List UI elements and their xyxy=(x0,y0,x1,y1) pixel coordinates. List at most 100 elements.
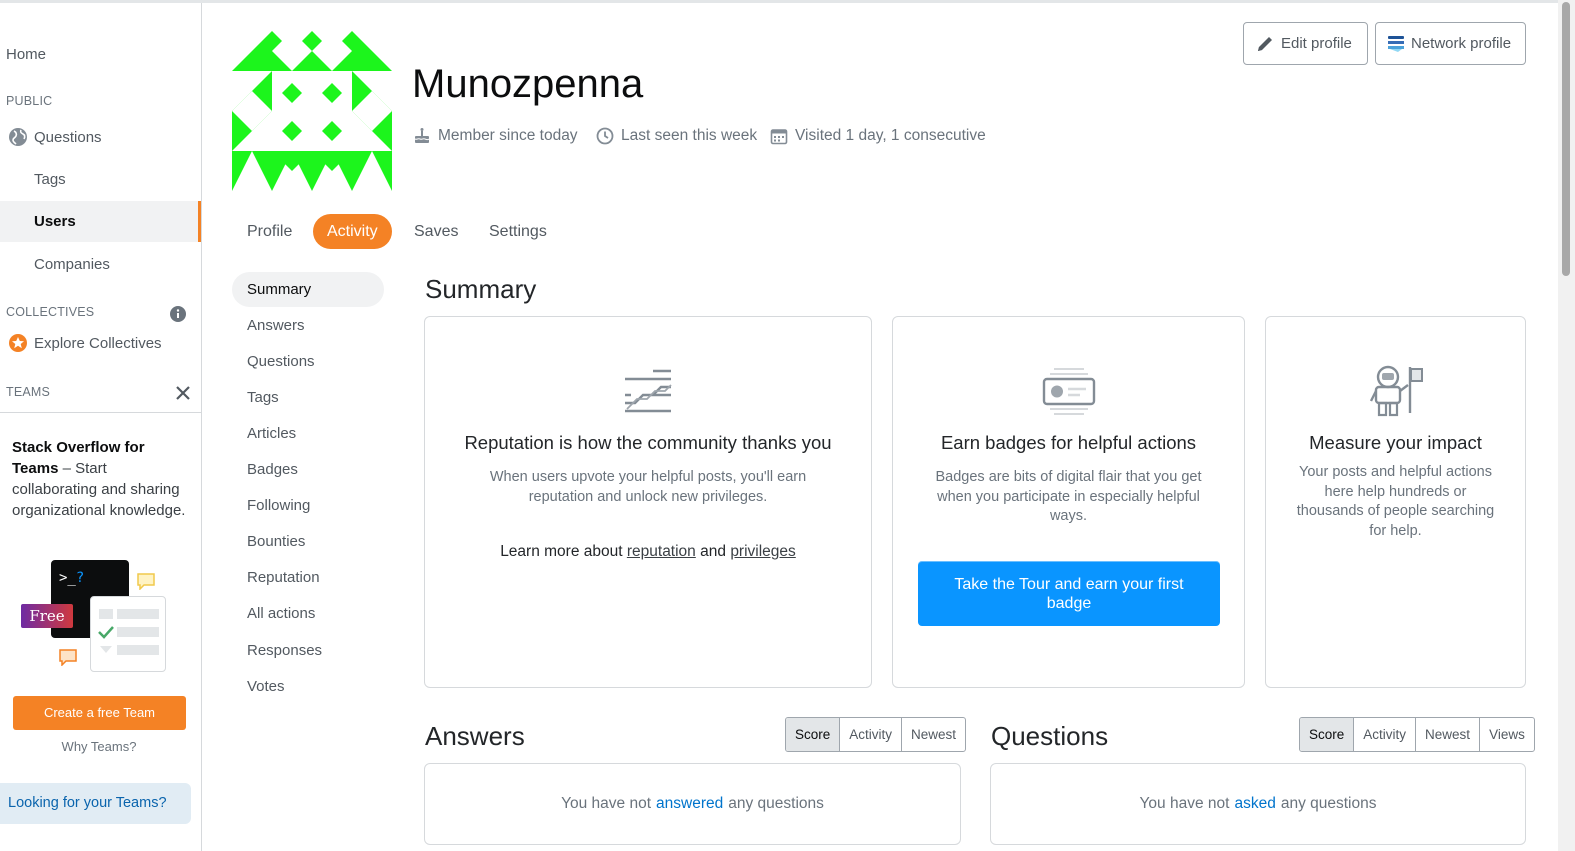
top-border xyxy=(0,0,1558,3)
questions-sort-activity[interactable]: Activity xyxy=(1353,718,1415,751)
badges-card-title: Earn badges for helpful actions xyxy=(940,432,1197,453)
stack-exchange-icon xyxy=(1388,35,1404,52)
reputation-learn-more: Learn more about reputation and privileg… xyxy=(425,543,871,561)
questions-heading: Questions xyxy=(991,721,1109,751)
info-icon[interactable] xyxy=(170,306,186,322)
network-profile-button[interactable]: Network profile xyxy=(1375,22,1526,65)
tab-saves[interactable]: Saves xyxy=(400,214,472,249)
last-seen-text: Last seen this week xyxy=(621,127,758,144)
subnav-articles[interactable]: Articles xyxy=(232,416,384,451)
answers-heading: Answers xyxy=(425,721,525,751)
impact-card: Measure your impact Your posts and helpf… xyxy=(1265,316,1526,688)
teams-illustration: >_? Free xyxy=(20,558,170,678)
nav-explore-collectives[interactable]: Explore Collectives xyxy=(0,330,201,356)
nav-tags-label: Tags xyxy=(34,170,66,188)
subnav-summary[interactable]: Summary xyxy=(232,272,384,307)
nav-companies[interactable]: Companies xyxy=(0,251,201,277)
subnav-badges[interactable]: Badges xyxy=(232,452,384,487)
nav-tags[interactable]: Tags xyxy=(0,166,201,192)
subnav-votes[interactable]: Votes xyxy=(232,669,384,704)
reputation-card-title: Reputation is how the community thanks y… xyxy=(464,432,832,453)
reputation-link[interactable]: reputation xyxy=(627,543,696,560)
member-since: Member since today xyxy=(413,127,578,145)
answers-sort-newest[interactable]: Newest xyxy=(901,718,965,751)
astronaut-flag-icon xyxy=(1369,365,1423,417)
edit-profile-button[interactable]: Edit profile xyxy=(1243,22,1368,65)
subnav-responses[interactable]: Responses xyxy=(232,633,384,668)
badges-card: Earn badges for helpful actions Badges a… xyxy=(892,316,1245,688)
member-since-text: Member since today xyxy=(438,127,578,144)
subnav-answers[interactable]: Answers xyxy=(232,308,384,343)
answered-link[interactable]: answered xyxy=(656,795,723,813)
subnav-questions[interactable]: Questions xyxy=(232,344,384,379)
close-icon[interactable] xyxy=(176,386,190,400)
asked-link[interactable]: asked xyxy=(1234,795,1275,813)
subnav-tags[interactable]: Tags xyxy=(232,380,384,415)
free-badge: Free xyxy=(21,604,73,628)
chevron-down-icon xyxy=(100,646,112,653)
nav-explore-collectives-label: Explore Collectives xyxy=(34,334,162,352)
left-sidebar: Home PUBLIC Questions Tags Users Compani… xyxy=(0,3,202,851)
answers-sort-score[interactable]: Score xyxy=(786,718,840,751)
teams-promo: Stack Overflow for Teams – Start collabo… xyxy=(0,412,201,519)
impact-card-title: Measure your impact xyxy=(1309,432,1482,453)
pencil-icon xyxy=(1258,36,1272,51)
nav-teams-label: TEAMS xyxy=(6,385,51,399)
profile-username: Munozpenna xyxy=(412,62,644,106)
checklist-card xyxy=(90,596,166,672)
answers-empty-state: You have not answered any questions xyxy=(424,763,961,845)
nav-home[interactable]: Home xyxy=(0,41,201,67)
scrollbar[interactable] xyxy=(1558,0,1575,851)
chat-bubble-icon xyxy=(137,573,155,590)
visited-text: Visited 1 day, 1 consecutive xyxy=(795,127,986,144)
clock-icon xyxy=(596,127,614,145)
scrollbar-thumb[interactable] xyxy=(1562,2,1570,276)
why-teams-link[interactable]: Why Teams? xyxy=(0,739,198,754)
user-avatar[interactable] xyxy=(232,31,392,191)
badges-card-text: Badges are bits of digital flair that yo… xyxy=(935,469,1202,524)
take-tour-button[interactable]: Take the Tour and earn your first badge xyxy=(918,561,1220,626)
learn-more-and: and xyxy=(700,543,726,560)
visited: Visited 1 day, 1 consecutive xyxy=(770,127,986,145)
answers-empty-suffix: any questions xyxy=(728,795,824,812)
nav-home-label: Home xyxy=(6,45,47,63)
questions-sort-score[interactable]: Score xyxy=(1300,718,1354,751)
nav-collectives-label: COLLECTIVES xyxy=(6,305,95,319)
summary-heading: Summary xyxy=(425,274,537,304)
tab-profile[interactable]: Profile xyxy=(233,214,306,249)
impact-card-text: Your posts and helpful actions here help… xyxy=(1296,464,1495,539)
questions-sort-newest[interactable]: Newest xyxy=(1415,718,1479,751)
answers-empty-prefix: You have not xyxy=(561,795,652,812)
chat-bubble-icon xyxy=(59,649,77,666)
nav-questions[interactable]: Questions xyxy=(0,124,201,150)
looking-for-teams-link[interactable]: Looking for your Teams? xyxy=(0,783,191,824)
questions-empty-suffix: any questions xyxy=(1280,795,1377,812)
calendar-icon xyxy=(770,129,788,145)
privileges-link[interactable]: privileges xyxy=(730,543,795,560)
answers-sort-activity[interactable]: Activity xyxy=(839,718,901,751)
tab-activity[interactable]: Activity xyxy=(313,214,392,249)
subnav-bounties[interactable]: Bounties xyxy=(232,524,384,559)
subnav-following[interactable]: Following xyxy=(232,488,384,523)
teams-promo-text: Stack Overflow for Teams – Start collabo… xyxy=(12,437,190,521)
questions-sort-views[interactable]: Views xyxy=(1479,718,1534,751)
nav-questions-label: Questions xyxy=(34,128,102,146)
answers-sort-group: Score Activity Newest xyxy=(785,717,967,752)
tab-settings[interactable]: Settings xyxy=(475,214,561,249)
globe-icon xyxy=(9,128,27,146)
questions-sort-group: Score Activity Newest Views xyxy=(1299,717,1535,752)
subnav-reputation[interactable]: Reputation xyxy=(232,560,384,595)
nav-companies-label: Companies xyxy=(34,255,110,273)
nav-public-label: PUBLIC xyxy=(6,94,53,108)
reputation-stairs-icon xyxy=(625,369,672,413)
nav-users[interactable]: Users xyxy=(0,201,201,242)
subnav-all-actions[interactable]: All actions xyxy=(232,596,384,631)
network-profile-label: Network profile xyxy=(1411,35,1512,52)
questions-empty-state: You have not asked any questions xyxy=(990,763,1526,845)
collectives-star-icon xyxy=(9,334,27,352)
cake-icon xyxy=(414,128,430,143)
reputation-card-text: When users upvote your helpful posts, yo… xyxy=(489,469,807,505)
questions-empty-prefix: You have not xyxy=(1139,795,1230,812)
edit-profile-label: Edit profile xyxy=(1281,35,1352,52)
create-team-button[interactable]: Create a free Team xyxy=(13,696,186,730)
